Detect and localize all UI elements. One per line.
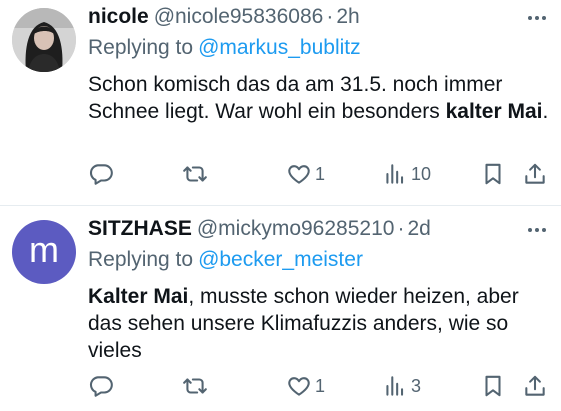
like-count: 1 (315, 375, 326, 396)
reply-icon (89, 376, 113, 397)
share-icon (525, 163, 545, 184)
user-handle[interactable]: @mickymo96285210 (197, 216, 395, 242)
tweet-text: Schon komisch das da am 31.5. noch immer… (88, 71, 549, 125)
view-count: 10 (411, 163, 432, 184)
avatar[interactable] (12, 8, 76, 72)
reply-icon (89, 164, 113, 185)
profile-photo (12, 8, 76, 72)
repost-icon (183, 378, 207, 394)
views-icon (386, 164, 404, 184)
reply-button[interactable] (88, 372, 114, 400)
views-icon (386, 376, 404, 396)
replying-to: Replying to @becker_meister (88, 247, 549, 273)
repost-icon (183, 166, 207, 182)
replying-to-label: Replying to (88, 36, 194, 59)
timestamp[interactable]: 2d (407, 216, 430, 242)
bookmark-button[interactable] (480, 372, 506, 400)
bookmark-button[interactable] (480, 160, 506, 188)
repost-button[interactable] (182, 372, 208, 400)
user-handle[interactable]: @nicole95836086 (154, 4, 324, 30)
replying-to-link[interactable]: @markus_bublitz (198, 36, 361, 59)
tweet-text-bold: kalter Mai (445, 100, 543, 123)
avatar[interactable]: m (12, 220, 76, 284)
share-icon (525, 375, 545, 396)
display-name[interactable]: SITZHASE (88, 216, 192, 242)
tweet[interactable]: nicole @nicole95836086 · 2h Replying to @… (0, 0, 561, 205)
avatar-letter: m (29, 229, 59, 270)
display-name[interactable]: nicole (88, 4, 149, 30)
replying-to-label: Replying to (88, 248, 194, 271)
tweet-text: Kalter Mai, musste schon wieder heizen, … (88, 283, 549, 364)
heart-icon (288, 377, 310, 396)
separator: · (326, 5, 334, 28)
share-button[interactable] (522, 160, 548, 188)
like-count: 1 (315, 163, 326, 184)
view-count: 3 (411, 375, 422, 396)
like-button[interactable]: 1 (286, 160, 325, 188)
tweet-header: SITZHASE @mickymo96285210 · 2d (88, 216, 549, 242)
reply-button[interactable] (88, 160, 114, 188)
share-button[interactable] (522, 372, 548, 400)
tweet-text-bold: Kalter Mai (88, 285, 189, 308)
replying-to: Replying to @markus_bublitz (88, 35, 549, 61)
tweet-header: nicole @nicole95836086 · 2h (88, 4, 549, 30)
views-button[interactable]: 3 (382, 372, 421, 400)
bookmark-icon (485, 163, 501, 185)
views-button[interactable]: 10 (382, 160, 431, 188)
more-options-icon[interactable] (525, 8, 549, 28)
replying-to-link[interactable]: @becker_meister (198, 248, 363, 271)
separator: · (397, 217, 405, 240)
tweet-text-part: Schon komisch das da am 31.5. noch immer… (88, 73, 503, 123)
more-options-icon[interactable] (525, 220, 549, 240)
bookmark-icon (485, 375, 501, 397)
repost-button[interactable] (182, 160, 208, 188)
tweet[interactable]: m SITZHASE @mickymo96285210 · 2d Replyin… (0, 206, 561, 411)
timestamp[interactable]: 2h (336, 4, 359, 30)
tweet-content: nicole @nicole95836086 · 2h Replying to @… (88, 4, 549, 125)
like-button[interactable]: 1 (286, 372, 325, 400)
action-bar: 1 10 (88, 160, 545, 188)
tweet-content: SITZHASE @mickymo96285210 · 2d Replying … (88, 216, 549, 364)
heart-icon (288, 165, 310, 184)
tweet-text-part: . (542, 100, 549, 123)
action-bar: 1 3 (88, 372, 545, 400)
